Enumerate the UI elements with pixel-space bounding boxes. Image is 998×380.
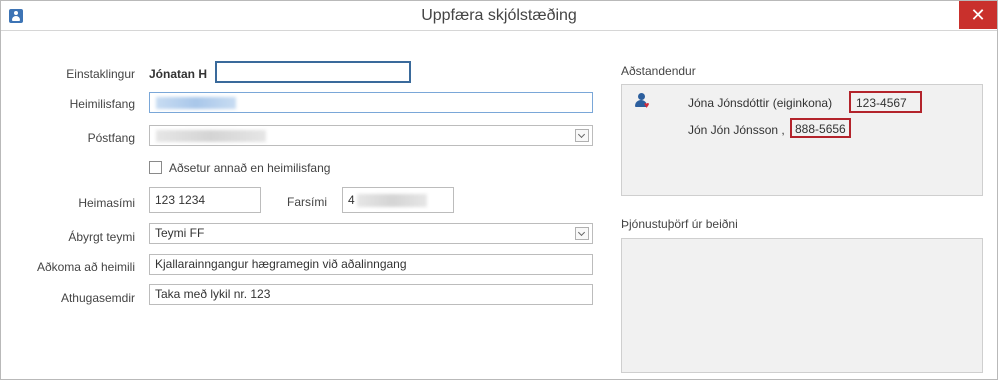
- window-title: Uppfæra skjólstæðing: [421, 7, 577, 24]
- notes-input[interactable]: Taka með lykil nr. 123: [149, 284, 593, 305]
- individual-label: Einstaklingur: [66, 67, 135, 81]
- close-button[interactable]: ✕: [959, 1, 997, 29]
- address-input[interactable]: [149, 92, 593, 113]
- update-client-dialog: Uppfæra skjólstæðing ✕ Einstaklingur Jón…: [0, 0, 998, 380]
- relatives-panel: ♥ Jóna Jónsdóttir (eiginkona) 123-4567 J…: [621, 84, 983, 196]
- postal-select[interactable]: [149, 125, 593, 146]
- relative-name: Jón Jón Jónsson ,: [688, 123, 785, 137]
- other-residence-checkbox[interactable]: [149, 161, 162, 174]
- person-heart-icon: ♥: [634, 93, 650, 110]
- other-residence-label: Aðsetur annað en heimilisfang: [169, 161, 331, 175]
- relative-name: Jóna Jónsdóttir (eiginkona): [688, 96, 833, 110]
- mobile-value: 4: [348, 193, 355, 207]
- relative-phone-highlight: 888-5656: [790, 118, 851, 138]
- relatives-heading: Aðstandendur: [621, 64, 696, 78]
- service-needs-panel: [621, 238, 983, 373]
- address-label: Heimilisfang: [69, 97, 135, 111]
- relative-phone: 123-4567: [856, 96, 907, 110]
- team-value: Teymi FF: [155, 226, 205, 240]
- access-label: Aðkoma að heimili: [36, 260, 135, 274]
- mobile-label: Farsími: [287, 195, 327, 209]
- postal-label: Póstfang: [87, 131, 135, 145]
- home-phone-label: Heimasími: [78, 196, 135, 210]
- notes-label: Athugasemdir: [60, 291, 135, 305]
- home-phone-input[interactable]: 123 1234: [149, 187, 261, 213]
- access-input[interactable]: Kjallarainngangur hægramegin við aðalinn…: [149, 254, 593, 275]
- title-bar: Uppfæra skjólstæðing ✕: [1, 1, 997, 31]
- individual-value: Jónatan H: [149, 67, 208, 81]
- individual-name-redacted: [215, 61, 411, 83]
- team-select[interactable]: Teymi FF: [149, 223, 593, 244]
- mobile-input[interactable]: 4: [342, 187, 454, 213]
- relative-phone-highlight: 123-4567: [849, 91, 922, 113]
- chevron-down-icon[interactable]: [575, 227, 589, 240]
- service-needs-heading: Þjónustuþörf úr beiðni: [621, 217, 738, 231]
- chevron-down-icon[interactable]: [575, 129, 589, 142]
- close-icon: ✕: [970, 5, 986, 25]
- team-label: Ábyrgt teymi: [68, 230, 135, 244]
- relative-phone: 888-5656: [795, 122, 846, 136]
